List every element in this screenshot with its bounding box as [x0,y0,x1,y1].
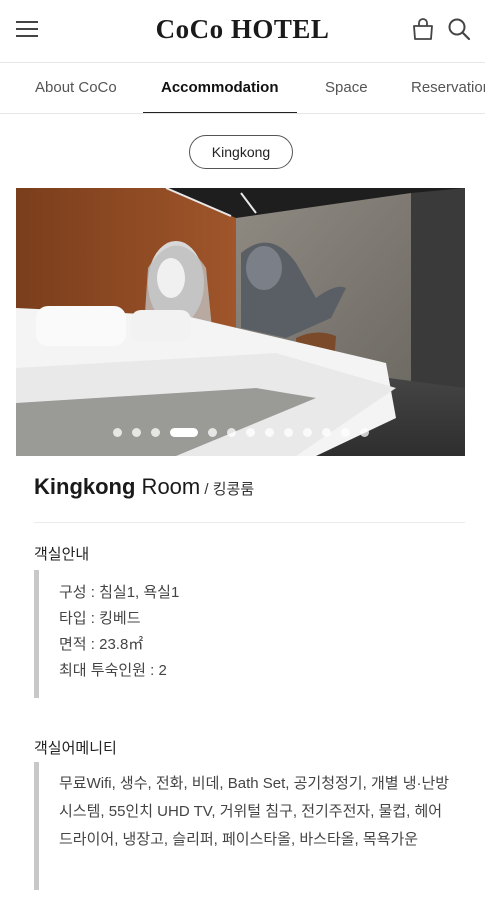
slider-dot[interactable] [207,428,217,437]
room-info-line: 최대 투숙인원 : 2 [59,662,167,679]
slider-dot[interactable] [131,428,141,437]
room-title: Kingkong Room / 킹콩룸 [34,474,254,500]
slider-dot[interactable] [264,428,274,437]
tab-accommodation[interactable]: Accommodation [143,63,297,113]
tab-reservation[interactable]: Reservation [411,63,485,113]
header: CoCo HOTEL [0,0,485,62]
shopping-bag-icon[interactable] [410,16,436,42]
room-info-line: 면적 : 23.8㎡ [59,636,144,653]
slider-dot[interactable] [302,428,312,437]
slider-pagination [16,428,465,438]
tab-space[interactable]: Space [325,63,368,113]
slider-dot[interactable] [321,428,331,437]
slider-dot[interactable] [169,428,198,437]
room-photo-slider[interactable] [16,188,465,456]
room-info-line: 구성 : 침실1, 욕실1 [59,584,180,601]
category-nav: About CoCo Accommodation Space Reservati… [0,62,485,114]
divider [34,522,465,523]
amenities-heading: 객실어메니티 [34,740,117,757]
slider-dot[interactable] [340,428,350,437]
slider-dot[interactable] [245,428,255,437]
room-info-heading: 객실안내 [34,546,90,563]
slider-dot[interactable] [359,428,369,437]
room-select-button[interactable]: Kingkong [189,135,293,169]
tab-about-coco[interactable]: About CoCo [35,63,117,113]
room-korean-name: / 킹콩룸 [200,481,255,498]
room-photo [16,188,465,456]
amenities-text: 무료Wifi, 생수, 전화, 비데, Bath Set, 공기청정기, 개별 … [34,762,454,890]
slider-dot[interactable] [226,428,236,437]
room-info-line: 타입 : 킹베드 [59,610,141,627]
room-suffix: Room [135,474,201,499]
search-icon[interactable] [446,16,472,42]
room-name: Kingkong [34,474,136,499]
room-info-list: 구성 : 침실1, 욕실1 타입 : 킹베드 면적 : 23.8㎡ 최대 투숙인… [34,570,454,698]
slider-dot[interactable] [112,428,122,437]
slider-dot[interactable] [150,428,160,437]
slider-dot[interactable] [283,428,293,437]
